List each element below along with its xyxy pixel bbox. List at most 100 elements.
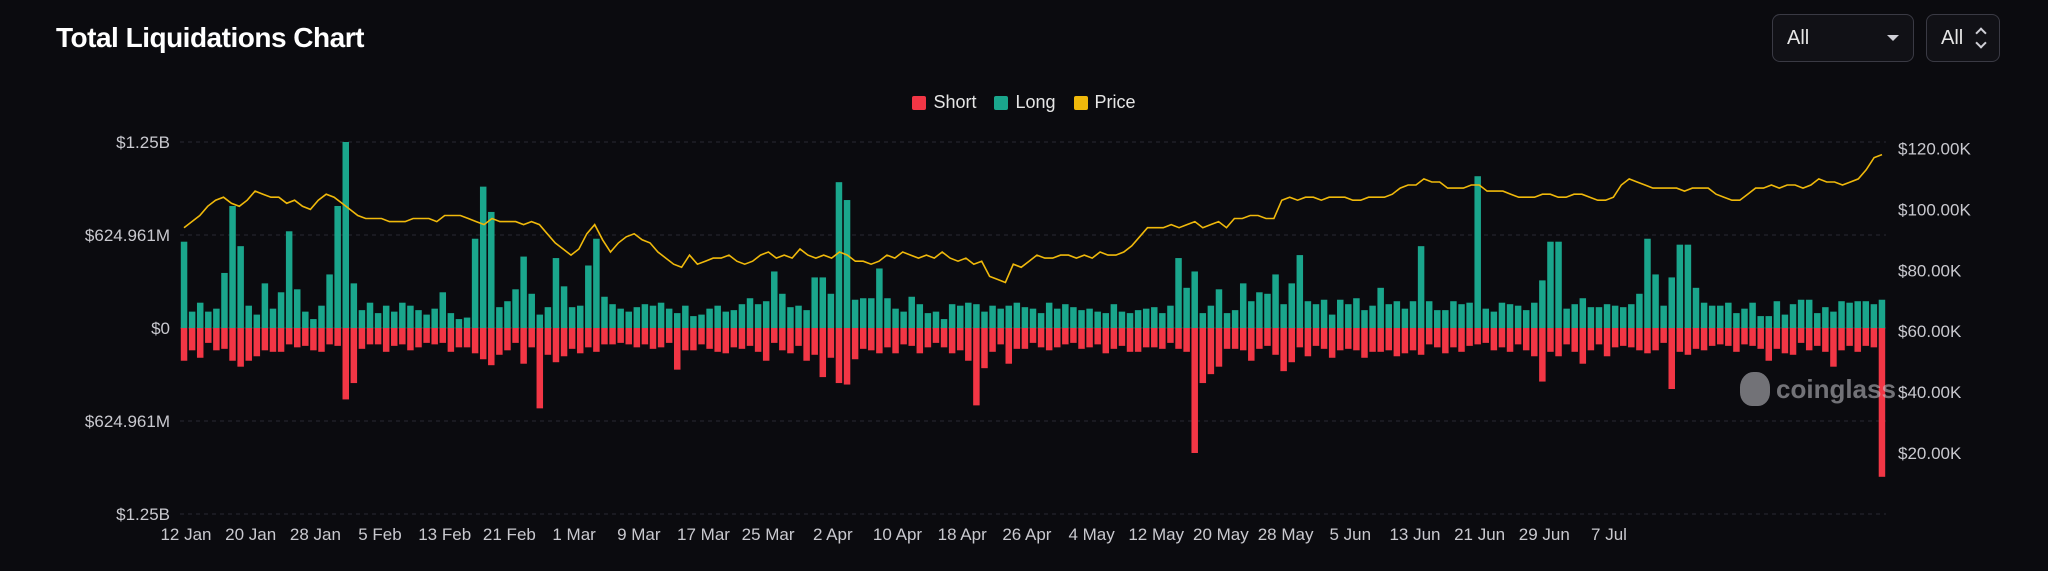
long-bar <box>382 305 390 328</box>
long-bar <box>1603 304 1611 328</box>
x-axis-tick-label: 21 Feb <box>483 525 536 544</box>
short-bar <box>1474 328 1481 345</box>
short-bar <box>690 328 697 351</box>
short-bar <box>916 328 924 354</box>
right-axis-tick-label: $60.00K <box>1898 322 1962 341</box>
short-bar <box>1337 328 1344 351</box>
long-bar <box>512 289 519 328</box>
long-bar <box>714 305 721 328</box>
short-bar <box>900 328 907 345</box>
long-bar <box>1288 283 1295 328</box>
short-bar <box>892 328 899 354</box>
long-bar <box>293 289 301 328</box>
short-bar <box>350 328 358 384</box>
long-bar <box>916 304 924 328</box>
long-bar <box>1312 304 1320 328</box>
short-bar <box>447 328 455 352</box>
long-bar <box>1183 287 1190 328</box>
long-bar <box>1361 310 1368 328</box>
long-bar <box>310 319 317 328</box>
short-bar <box>1797 328 1805 343</box>
short-bar <box>423 328 430 343</box>
short-bar <box>908 328 915 346</box>
short-bar <box>479 328 487 360</box>
long-bar <box>261 283 269 328</box>
long-bar <box>1644 238 1651 328</box>
short-bar <box>1207 328 1215 375</box>
short-bar <box>1805 328 1813 351</box>
long-bar <box>706 308 713 328</box>
short-bar <box>1377 328 1384 352</box>
long-bar <box>1814 313 1821 328</box>
long-bar <box>1652 274 1659 328</box>
long-bar <box>1676 244 1684 328</box>
short-bar <box>366 328 374 345</box>
short-bar <box>213 328 220 351</box>
long-bar <box>1409 301 1417 328</box>
short-bar <box>1134 328 1142 352</box>
short-bar <box>1199 328 1207 384</box>
long-bar <box>803 310 810 328</box>
long-bar <box>326 274 333 328</box>
short-bar <box>1256 328 1263 349</box>
long-bar <box>1725 302 1732 328</box>
short-bar <box>1248 328 1255 361</box>
long-bar <box>779 293 786 328</box>
short-bar <box>1555 328 1562 357</box>
short-bar <box>593 328 600 352</box>
long-bar <box>973 304 980 328</box>
long-bar <box>1587 307 1595 328</box>
long-bar <box>1425 301 1433 328</box>
x-axis-tick-label: 26 Apr <box>1002 525 1051 544</box>
short-bar <box>1514 328 1522 345</box>
short-bar <box>488 328 495 366</box>
long-bar <box>1522 310 1530 328</box>
short-bar <box>682 328 689 351</box>
long-bar <box>876 268 883 328</box>
short-bar <box>326 328 333 345</box>
long-bar <box>1692 287 1700 328</box>
long-bar <box>350 283 358 328</box>
right-axis-tick-label: $20.00K <box>1898 444 1962 463</box>
long-bar <box>1474 176 1481 328</box>
short-bar <box>1862 328 1870 346</box>
long-bar <box>892 308 899 328</box>
short-bar <box>819 328 827 378</box>
long-bar <box>1636 293 1643 328</box>
long-bar <box>1733 313 1740 328</box>
long-bar <box>932 311 940 328</box>
short-bar <box>1741 328 1748 345</box>
long-bar <box>811 277 818 328</box>
long-bar <box>342 142 349 328</box>
short-bar <box>1151 328 1158 348</box>
long-bar <box>924 313 932 328</box>
long-bar <box>1628 304 1635 328</box>
short-bar <box>391 328 398 346</box>
long-bar <box>253 314 261 328</box>
long-bar <box>366 302 374 328</box>
long-bar <box>245 305 252 328</box>
right-axis-tick-label: $100.00K <box>1898 200 1971 219</box>
short-bar <box>674 328 681 370</box>
watermark-text: coinglass <box>1776 373 1896 404</box>
long-bar <box>1700 302 1708 328</box>
liquidations-chart[interactable]: $1.25B $624.961M $0 $624.961M $1.25B $120.00K… <box>0 0 2048 571</box>
long-bar <box>415 310 422 328</box>
short-bar <box>245 328 252 361</box>
long-bar <box>1207 305 1215 328</box>
short-bar <box>771 328 778 343</box>
short-bar <box>1070 328 1077 343</box>
short-bar <box>520 328 527 364</box>
long-bar <box>1781 314 1789 328</box>
short-bar <box>1539 328 1546 382</box>
short-bar <box>585 328 592 348</box>
x-axis-tick-label: 21 Jun <box>1454 525 1505 544</box>
long-bar <box>1159 313 1166 328</box>
short-bar <box>1830 328 1837 367</box>
long-bar <box>180 241 188 328</box>
long-bar <box>318 305 325 328</box>
short-bar <box>1717 328 1724 345</box>
long-bar <box>1045 302 1053 328</box>
long-bar <box>1094 311 1101 328</box>
left-axis-tick-label: $624.961M <box>85 412 170 431</box>
